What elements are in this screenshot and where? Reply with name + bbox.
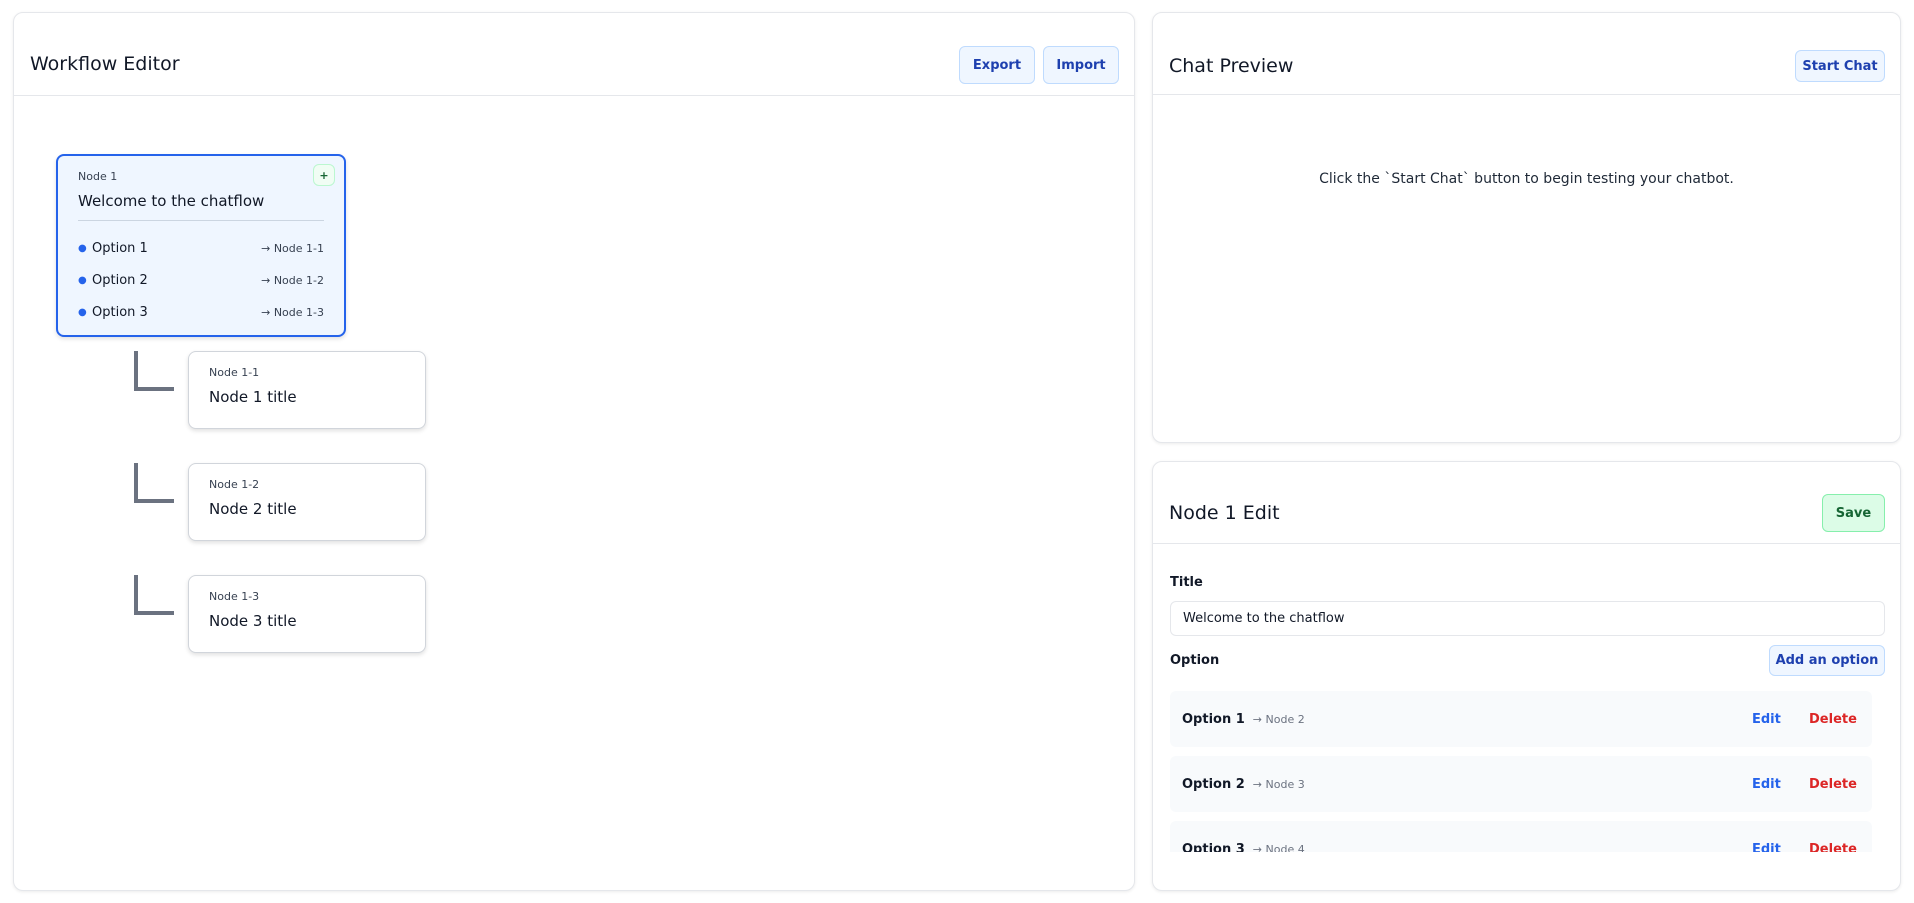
save-button[interactable]: Save — [1822, 494, 1885, 532]
add-option-button[interactable]: Add an option — [1769, 645, 1885, 676]
divider — [78, 220, 324, 221]
chat-title: Chat Preview — [1169, 55, 1294, 77]
option-row: Option 3 → Node 4 Edit Delete — [1170, 821, 1872, 852]
connector-line — [134, 351, 174, 391]
bullet-icon: ● — [78, 306, 87, 318]
node-title: Welcome to the chatflow — [78, 192, 265, 210]
page-title: Workflow Editor — [30, 53, 180, 75]
main-node-card[interactable]: Node 1 + Welcome to the chatflow ● Option… — [56, 154, 346, 337]
workflow-header: Workflow Editor Export Import — [14, 13, 1134, 96]
delete-option-button[interactable]: Delete — [1809, 712, 1857, 727]
delete-option-button[interactable]: Delete — [1809, 777, 1857, 792]
chat-hint: Click the `Start Chat` button to begin t… — [1319, 171, 1734, 187]
child-node-card[interactable]: Node 1-2 Node 2 title — [188, 463, 426, 541]
node-option: ● Option 3 → Node 1-3 — [78, 304, 324, 320]
start-chat-button[interactable]: Start Chat — [1795, 50, 1885, 82]
chat-header: Chat Preview Start Chat — [1153, 13, 1900, 95]
child-node-card[interactable]: Node 1-1 Node 1 title — [188, 351, 426, 429]
delete-option-button[interactable]: Delete — [1809, 842, 1857, 853]
bullet-icon: ● — [78, 274, 87, 286]
option-row: Option 2 → Node 3 Edit Delete — [1170, 756, 1872, 812]
option-row: Option 1 → Node 2 Edit Delete — [1170, 691, 1872, 747]
title-input[interactable] — [1170, 601, 1885, 636]
edit-option-button[interactable]: Edit — [1752, 842, 1781, 853]
export-button[interactable]: Export — [959, 46, 1035, 84]
node-option: ● Option 1 → Node 1-1 — [78, 240, 324, 256]
connector-line — [134, 463, 174, 503]
edit-option-button[interactable]: Edit — [1752, 777, 1781, 792]
option-label: Option — [1170, 653, 1220, 668]
node-edit-panel: Node 1 Edit Save Title Option Add an opt… — [1152, 461, 1901, 891]
edit-option-button[interactable]: Edit — [1752, 712, 1781, 727]
child-node-card[interactable]: Node 1-3 Node 3 title — [188, 575, 426, 653]
node-option: ● Option 2 → Node 1-2 — [78, 272, 324, 288]
chat-preview-panel: Chat Preview Start Chat Click the `Start… — [1152, 12, 1901, 443]
edit-title: Node 1 Edit — [1169, 502, 1280, 524]
workflow-editor-panel: Workflow Editor Export Import Node 1 + W… — [13, 12, 1135, 891]
title-label: Title — [1170, 575, 1203, 590]
bullet-icon: ● — [78, 242, 87, 254]
node-id: Node 1 — [78, 170, 118, 183]
import-button[interactable]: Import — [1043, 46, 1119, 84]
edit-header: Node 1 Edit Save — [1153, 462, 1900, 544]
connector-line — [134, 575, 174, 615]
add-child-button[interactable]: + — [313, 164, 335, 186]
option-list[interactable]: Option 1 → Node 2 Edit Delete Option 2 → Nod… — [1153, 690, 1900, 852]
